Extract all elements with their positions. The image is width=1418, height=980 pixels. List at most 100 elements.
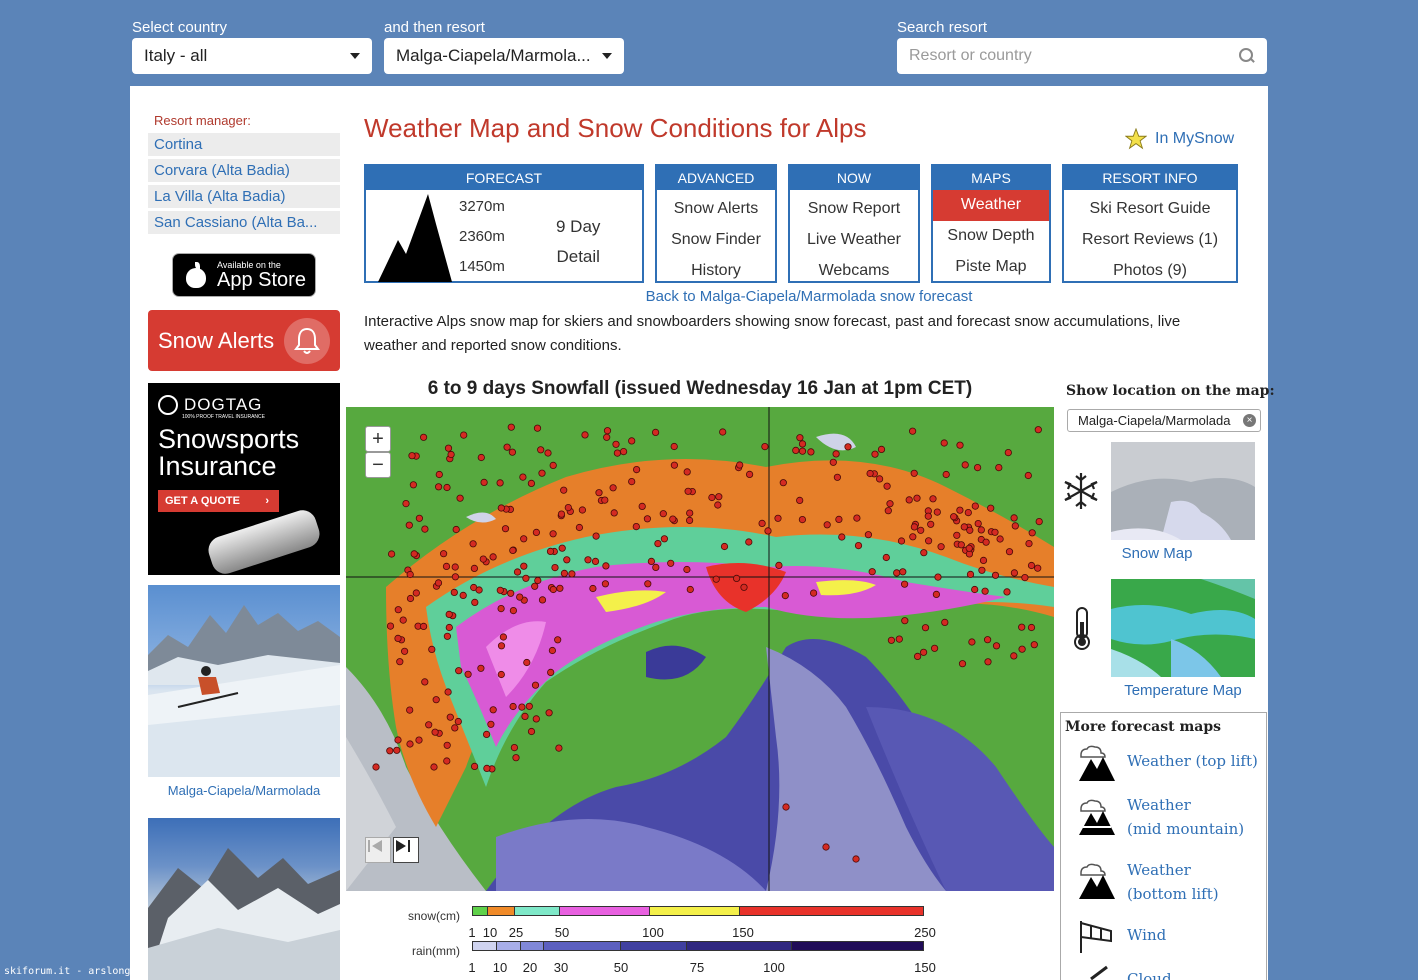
resort-marker[interactable] [966, 570, 975, 578]
menu-item-weather-active[interactable]: Weather [933, 190, 1049, 221]
resort-marker[interactable] [1010, 514, 1018, 522]
menu-item-photos[interactable]: Photos (9) [1064, 256, 1236, 287]
resort-marker[interactable] [871, 450, 879, 458]
resort-marker[interactable] [1018, 623, 1026, 631]
resort-marker[interactable] [394, 736, 402, 744]
resort-marker[interactable] [452, 525, 460, 534]
resort-marker[interactable] [595, 489, 603, 497]
resort-marker[interactable] [745, 470, 754, 479]
resort-marker[interactable] [978, 566, 986, 574]
resort-marker[interactable] [421, 525, 429, 533]
resort-marker[interactable] [501, 525, 510, 533]
resort-marker[interactable] [796, 434, 804, 442]
resort-marker[interactable] [549, 530, 557, 538]
resort-marker[interactable] [1030, 641, 1038, 649]
resort-marker[interactable] [483, 764, 491, 772]
resort-marker[interactable] [934, 573, 942, 581]
resort-marker[interactable] [523, 658, 531, 667]
resort-marker[interactable] [638, 502, 646, 511]
resort-marker[interactable] [527, 727, 536, 736]
resort-marker[interactable] [905, 496, 913, 504]
resort-marker[interactable] [1024, 471, 1032, 480]
resort-marker[interactable] [660, 535, 668, 543]
resort-marker[interactable] [521, 712, 529, 720]
resort-marker[interactable] [798, 447, 807, 455]
resort-marker[interactable] [489, 553, 497, 561]
add-to-mysnow-link[interactable]: In MySnow [1125, 128, 1234, 150]
resort-marker[interactable] [402, 500, 410, 508]
resort-marker[interactable] [669, 515, 677, 523]
resort-marker[interactable] [987, 504, 995, 512]
elevation-top-link[interactable]: 3270m [459, 198, 505, 215]
resort-marker[interactable] [560, 569, 568, 577]
resort-marker[interactable] [538, 596, 547, 604]
resort-marker[interactable] [592, 532, 600, 540]
resort-marker[interactable] [602, 562, 610, 570]
resort-marker[interactable] [557, 510, 566, 518]
resort-marker[interactable] [420, 433, 428, 441]
resort-marker[interactable] [581, 431, 589, 439]
resort-marker[interactable] [996, 535, 1004, 543]
weather-top-lift-link[interactable]: Weather (top lift) [1127, 749, 1258, 773]
resort-marker[interactable] [893, 569, 901, 577]
weather-bottom-lift-link[interactable]: Weather (bottom lift) [1127, 858, 1219, 906]
resort-marker[interactable] [603, 433, 611, 441]
get-quote-button[interactable]: GET A QUOTE › [158, 490, 279, 512]
resort-marker[interactable] [442, 562, 451, 570]
resort-marker[interactable] [683, 565, 691, 574]
resort-marker[interactable] [440, 550, 448, 558]
resort-marker[interactable] [965, 544, 973, 552]
resort-marker[interactable] [435, 470, 443, 479]
menu-item-live-weather[interactable]: Live Weather [790, 225, 918, 256]
resort-marker[interactable] [454, 717, 462, 726]
temperature-map-thumbnail[interactable] [1111, 579, 1255, 677]
resort-marker[interactable] [684, 487, 692, 495]
resort-marker[interactable] [387, 550, 396, 558]
menu-item-snow-alerts[interactable]: Snow Alerts [657, 194, 775, 225]
resort-marker[interactable] [643, 515, 651, 523]
resort-marker[interactable] [683, 468, 691, 476]
resort-marker[interactable] [421, 678, 429, 686]
clear-icon[interactable]: × [1243, 414, 1256, 427]
resort-marker[interactable] [479, 555, 487, 563]
resort-marker[interactable] [443, 741, 451, 749]
resort-photo-2[interactable] [148, 818, 340, 980]
resort-marker[interactable] [644, 580, 652, 588]
resort-marker[interactable] [396, 658, 404, 666]
resort-marker[interactable] [1034, 564, 1042, 572]
resort-marker[interactable] [887, 636, 896, 644]
resort-marker[interactable] [394, 634, 402, 642]
resort-marker[interactable] [632, 523, 640, 531]
resort-marker[interactable] [761, 442, 769, 451]
resort-marker[interactable] [933, 508, 941, 516]
resort-marker[interactable] [538, 469, 546, 477]
resort-marker[interactable] [909, 533, 917, 541]
resort-marker[interactable] [372, 763, 380, 771]
resort-marker[interactable] [497, 605, 505, 613]
resort-marker[interactable] [1021, 574, 1029, 582]
resort-marker[interactable] [720, 542, 729, 551]
resort-marker[interactable] [782, 803, 790, 811]
resort-marker[interactable] [883, 482, 891, 490]
resort-marker[interactable] [732, 574, 741, 582]
resort-marker[interactable] [601, 580, 609, 588]
resort-marker[interactable] [832, 450, 840, 458]
resort-marker[interactable] [652, 563, 660, 571]
resort-marker[interactable] [798, 440, 807, 448]
resort-marker[interactable] [451, 724, 459, 732]
resort-marker[interactable] [910, 469, 918, 477]
resort-marker[interactable] [900, 580, 909, 588]
resort-marker[interactable] [958, 660, 967, 668]
resort-marker[interactable] [409, 481, 418, 489]
temperature-map-link[interactable]: Temperature Map [1111, 682, 1255, 699]
resort-marker[interactable] [469, 540, 477, 548]
resort-marker[interactable] [558, 544, 566, 552]
resort-marker[interactable] [921, 624, 930, 632]
resort-marker[interactable] [477, 453, 485, 462]
resort-marker[interactable] [956, 506, 964, 514]
resort-marker[interactable] [531, 681, 540, 689]
resort-marker[interactable] [647, 557, 655, 565]
resort-marker[interactable] [982, 538, 990, 546]
resort-marker[interactable] [556, 584, 564, 592]
resort-marker[interactable] [956, 441, 964, 449]
